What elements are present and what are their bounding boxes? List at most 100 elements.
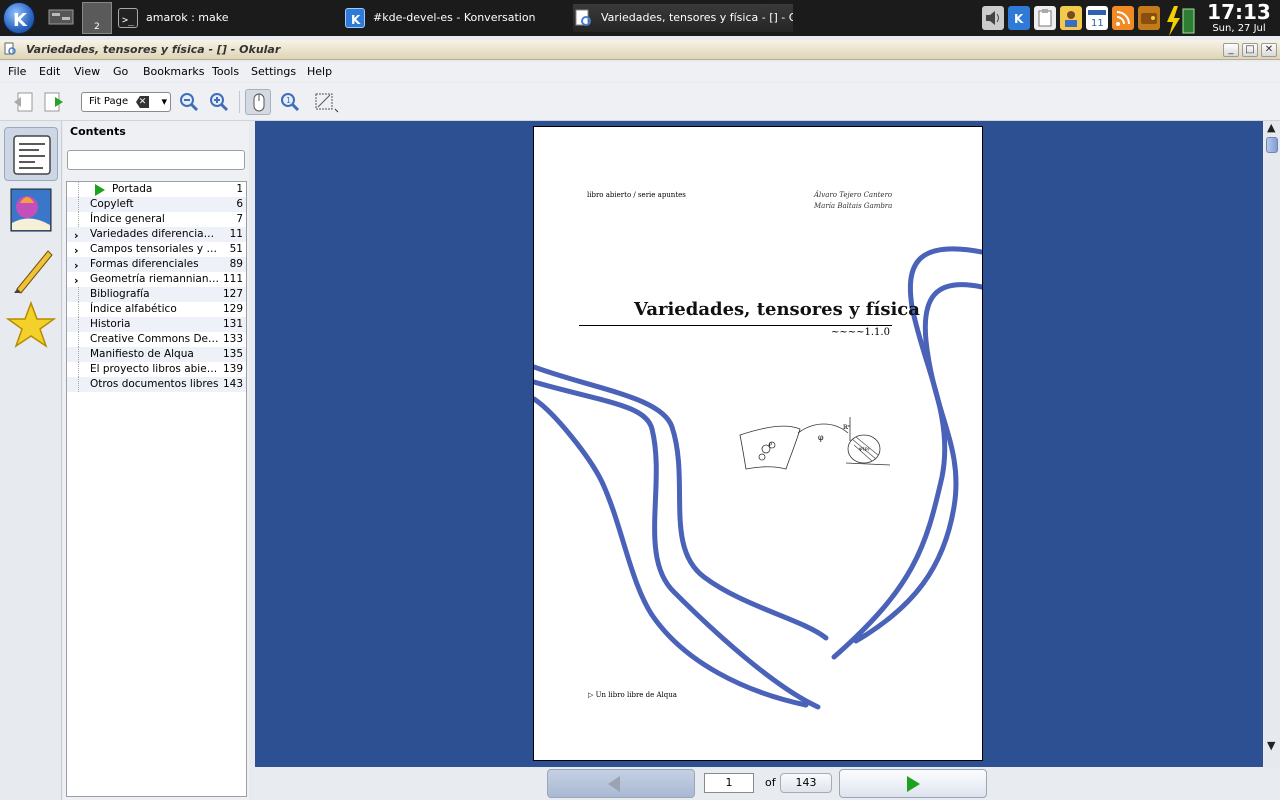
clock[interactable]: 17:13 Sun, 27 Jul xyxy=(1206,1,1272,35)
toolbar-separator xyxy=(239,91,240,113)
toc-label: Índice general xyxy=(90,213,165,225)
page-title-rule xyxy=(579,325,892,326)
expand-icon[interactable]: › xyxy=(74,228,79,243)
toc-item-geometria[interactable]: › Geometría riemanniana... 111 xyxy=(67,272,246,287)
toc-label: Campos tensoriales y de... xyxy=(90,243,220,255)
chevron-down-icon[interactable]: ▾ xyxy=(161,93,167,111)
task-label: #kde-devel-es - Konversation xyxy=(373,11,536,24)
minimize-button[interactable]: _ xyxy=(1223,43,1239,57)
selection-tool-icon[interactable] xyxy=(312,89,339,115)
expand-icon[interactable]: › xyxy=(74,273,79,288)
menu-edit[interactable]: Edit xyxy=(39,65,60,78)
toc-item-proyecto[interactable]: El proyecto libros abiert... 139 xyxy=(67,362,246,377)
thumbnails-tab-icon[interactable] xyxy=(4,183,58,237)
tree-line xyxy=(78,197,79,212)
toc-item-otros[interactable]: Otros documentos libres 143 xyxy=(67,377,246,392)
tree-line xyxy=(78,302,79,317)
toolbar: Fit Page ✕ ▾ 1 xyxy=(0,83,1280,121)
expand-icon[interactable]: › xyxy=(74,243,79,258)
toc-item-portada[interactable]: Portada 1 xyxy=(67,182,246,197)
bookmarks-tab-icon[interactable] xyxy=(4,299,58,353)
close-button[interactable]: ✕ xyxy=(1261,43,1277,57)
menu-help[interactable]: Help xyxy=(307,65,332,78)
tree-line xyxy=(78,347,79,362)
toc-item-historia[interactable]: Historia 131 xyxy=(67,317,246,332)
zoom-out-icon[interactable] xyxy=(176,89,202,115)
task-konversation[interactable]: K #kde-devel-es - Konversation xyxy=(345,4,565,32)
contents-title: Contents xyxy=(70,125,126,138)
tree-line xyxy=(78,377,79,392)
toc-page: 6 xyxy=(236,198,243,210)
window-titlebar[interactable]: Variedades, tensores y física - [] - Oku… xyxy=(0,40,1280,60)
toc-label: El proyecto libros abiert... xyxy=(90,363,220,375)
scroll-up-icon[interactable]: ▲ xyxy=(1267,121,1275,134)
scroll-down-icon[interactable]: ▼ xyxy=(1267,739,1275,752)
toc-item-formas[interactable]: › Formas diferenciales 89 xyxy=(67,257,246,272)
page-number-input[interactable]: 1 xyxy=(704,773,754,793)
figure-label-rn: ℝⁿ xyxy=(843,424,851,431)
toc-label: Portada xyxy=(112,183,153,195)
toc-item-indice-alfabetico[interactable]: Índice alfabético 129 xyxy=(67,302,246,317)
reviews-tab-icon[interactable] xyxy=(4,241,58,295)
toc-item-copyleft[interactable]: Copyleft 6 xyxy=(67,197,246,212)
task-okular[interactable]: Variedades, tensores y física - [] - Oku… xyxy=(573,4,793,32)
rss-icon[interactable] xyxy=(1112,6,1134,30)
toc-page: 131 xyxy=(222,318,243,330)
taskbar: K 2 >_ amarok : make K #kde-devel-es - K… xyxy=(0,0,1280,36)
next-page-nav-button[interactable] xyxy=(839,769,987,798)
contents-tab-icon[interactable] xyxy=(4,127,58,181)
okular-icon[interactable] xyxy=(3,42,17,56)
contents-panel: Contents Portada 1 Copyleft 6 Índice gener… xyxy=(63,121,249,800)
toc-label: Bibliografía xyxy=(90,288,150,300)
kde-icon[interactable]: K xyxy=(1008,6,1030,30)
total-pages-button[interactable]: 143 xyxy=(780,773,832,793)
zoom-in-icon[interactable] xyxy=(206,89,232,115)
toc-item-variedades[interactable]: › Variedades diferenciables 11 xyxy=(67,227,246,242)
menu-file[interactable]: File xyxy=(8,65,26,78)
zoom-select[interactable]: Fit Page ✕ ▾ xyxy=(81,92,171,112)
clear-icon[interactable]: ✕ xyxy=(136,96,149,108)
toc-label: Otros documentos libres xyxy=(90,378,219,390)
document-viewer[interactable]: φ ℝⁿ φ(p) p libro abierto / serie apunte… xyxy=(255,121,1263,767)
toc-item-campos[interactable]: › Campos tensoriales y de... 51 xyxy=(67,242,246,257)
previous-page-button[interactable] xyxy=(10,89,36,115)
toc-label: Variedades diferenciables xyxy=(90,228,220,240)
menu-go[interactable]: Go xyxy=(113,65,128,78)
sidebar-tab-strip xyxy=(0,121,62,800)
zoom-value: Fit Page xyxy=(89,96,129,107)
clipboard-icon[interactable] xyxy=(1034,6,1056,30)
contents-search-input[interactable] xyxy=(67,150,245,170)
toc-label: Historia xyxy=(90,318,131,330)
menu-view[interactable]: View xyxy=(74,65,100,78)
vertical-scrollbar[interactable]: ▲ ▼ xyxy=(1264,121,1280,767)
figure-label-phi-p: φ(p) xyxy=(859,445,870,452)
wallet-icon[interactable] xyxy=(1138,6,1160,30)
show-desktop-icon[interactable] xyxy=(46,2,76,34)
previous-page-nav-button[interactable] xyxy=(547,769,695,798)
toc-item-creative-commons[interactable]: Creative Commons Deed 133 xyxy=(67,332,246,347)
menu-bookmarks[interactable]: Bookmarks xyxy=(143,65,204,78)
okular-icon xyxy=(573,8,593,28)
document-page[interactable]: φ ℝⁿ φ(p) p libro abierto / serie apunte… xyxy=(533,126,983,761)
volume-icon[interactable] xyxy=(982,6,1004,30)
toc-item-bibliografia[interactable]: Bibliografía 127 xyxy=(67,287,246,302)
toc-item-indice-general[interactable]: Índice general 7 xyxy=(67,212,246,227)
menu-settings[interactable]: Settings xyxy=(251,65,296,78)
scroll-thumb[interactable] xyxy=(1266,137,1278,153)
menu-tools[interactable]: Tools xyxy=(212,65,239,78)
tree-line xyxy=(78,287,79,302)
toc-item-manifiesto[interactable]: Manifiesto de Alqua 135 xyxy=(67,347,246,362)
maximize-button[interactable]: □ xyxy=(1242,43,1258,57)
kde-menu-button[interactable]: K xyxy=(3,2,35,34)
desktop-pager[interactable]: 2 xyxy=(82,2,112,34)
zoom-tool-icon[interactable]: 1 xyxy=(277,89,303,115)
page-author-1: Álvaro Tejero Cantero xyxy=(814,191,893,199)
battery-icon[interactable] xyxy=(1164,6,1198,36)
toc-label: Manifiesto de Alqua xyxy=(90,348,194,360)
browse-tool-icon[interactable] xyxy=(245,89,271,115)
user-icon[interactable] xyxy=(1060,6,1082,30)
expand-icon[interactable]: › xyxy=(74,258,79,273)
calendar-icon[interactable]: 11 xyxy=(1086,6,1108,30)
next-page-button[interactable] xyxy=(41,89,67,115)
task-amarok[interactable]: >_ amarok : make xyxy=(118,4,333,32)
